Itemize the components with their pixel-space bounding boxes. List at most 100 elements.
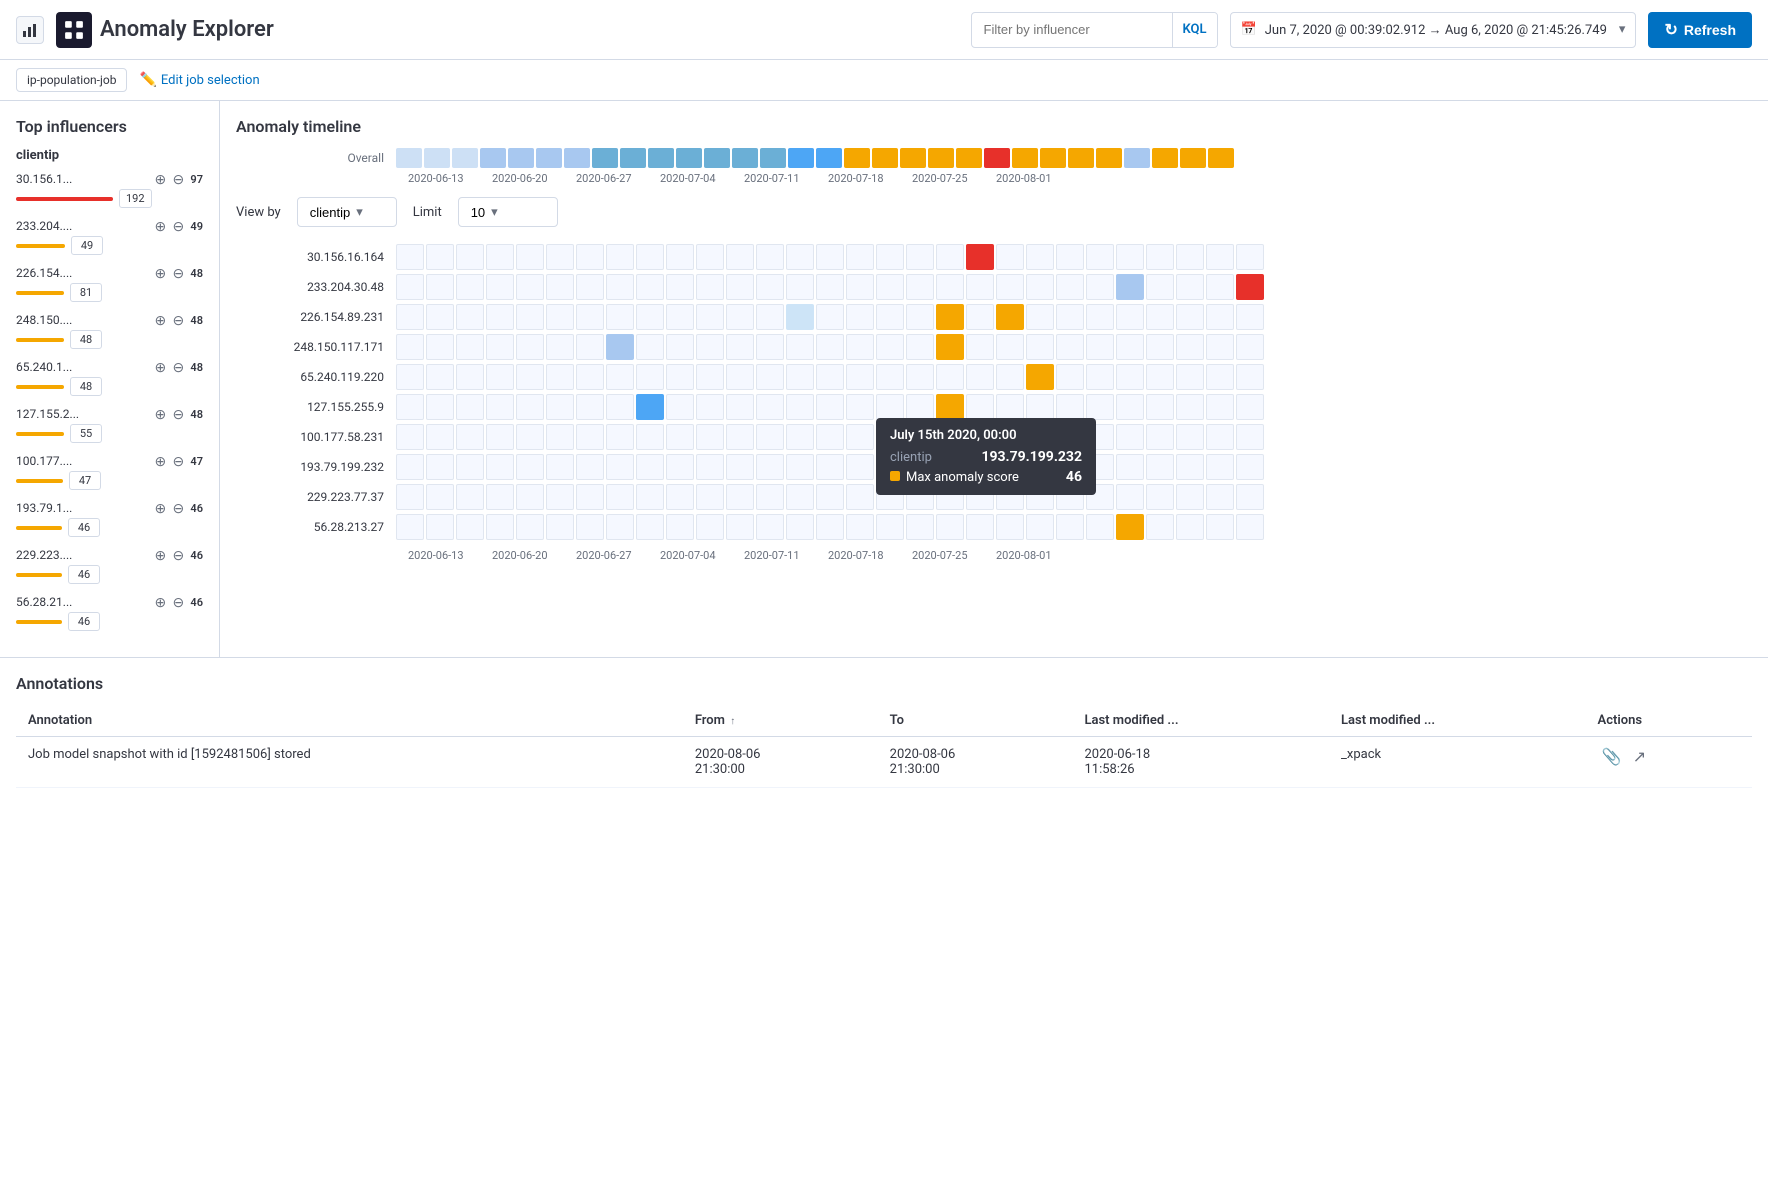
gc-5-24[interactable] xyxy=(1116,394,1144,420)
gc-2-12[interactable] xyxy=(756,304,784,330)
gc-0-16[interactable] xyxy=(876,244,904,270)
gc-1-15[interactable] xyxy=(846,274,874,300)
gc-5-14[interactable] xyxy=(816,394,844,420)
gc-9-10[interactable] xyxy=(696,514,724,540)
gc-0-red[interactable] xyxy=(966,244,994,270)
gc-0-11[interactable] xyxy=(726,244,754,270)
gc-9-1[interactable] xyxy=(426,514,454,540)
gc-6-6[interactable] xyxy=(576,424,604,450)
overall-cell-20[interactable] xyxy=(956,148,982,168)
gc-5-12[interactable] xyxy=(756,394,784,420)
gc-9-20[interactable] xyxy=(996,514,1024,540)
gc-7-6[interactable] xyxy=(576,454,604,480)
view-by-select[interactable]: clientip ▾ xyxy=(297,197,397,227)
gc-1-17[interactable] xyxy=(906,274,934,300)
gc-4-23[interactable] xyxy=(1086,364,1114,390)
gc-8-20[interactable] xyxy=(996,484,1024,510)
influencer-remove-7[interactable]: ⊖ xyxy=(170,500,186,516)
gc-6-7[interactable] xyxy=(606,424,634,450)
external-link-icon[interactable]: ↗ xyxy=(1633,747,1646,766)
chart-icon[interactable] xyxy=(16,16,44,44)
gc-0-28[interactable] xyxy=(1236,244,1264,270)
gc-0-9[interactable] xyxy=(666,244,694,270)
influencer-remove-6[interactable]: ⊖ xyxy=(170,453,186,469)
gc-9-9[interactable] xyxy=(666,514,694,540)
overall-cell-red[interactable] xyxy=(984,148,1010,168)
gc-5-16[interactable] xyxy=(876,394,904,420)
gc-0-22[interactable] xyxy=(1056,244,1084,270)
gc-6-27[interactable] xyxy=(1206,424,1234,450)
gc-5-y[interactable] xyxy=(936,394,964,420)
gc-3-17[interactable] xyxy=(906,334,934,360)
gc-4-3[interactable] xyxy=(486,364,514,390)
filter-input[interactable] xyxy=(972,22,1172,37)
gc-9-5[interactable] xyxy=(546,514,574,540)
gc-8-17[interactable] xyxy=(906,484,934,510)
gc-8-3[interactable] xyxy=(486,484,514,510)
gc-4-10[interactable] xyxy=(696,364,724,390)
gc-5-6[interactable] xyxy=(576,394,604,420)
overall-cell-2[interactable] xyxy=(452,148,478,168)
overall-cell-14[interactable] xyxy=(788,148,814,168)
gc-6-15[interactable] xyxy=(846,424,874,450)
gc-4-6[interactable] xyxy=(576,364,604,390)
gc-4-9[interactable] xyxy=(666,364,694,390)
gc-3-4[interactable] xyxy=(516,334,544,360)
gc-3-6[interactable] xyxy=(576,334,604,360)
gc-6-13[interactable] xyxy=(786,424,814,450)
gc-9-27[interactable] xyxy=(1206,514,1234,540)
gc-1-23[interactable] xyxy=(1086,274,1114,300)
gc-7-22[interactable] xyxy=(1056,454,1084,480)
gc-6-14[interactable] xyxy=(816,424,844,450)
gc-1-5[interactable] xyxy=(546,274,574,300)
gc-6-17[interactable] xyxy=(906,424,934,450)
gc-9-12[interactable] xyxy=(756,514,784,540)
gc-4-12[interactable] xyxy=(756,364,784,390)
gc-5-9[interactable] xyxy=(666,394,694,420)
gc-7-y-tooltip[interactable] xyxy=(936,454,964,480)
gc-8-9[interactable] xyxy=(666,484,694,510)
gc-3-5[interactable] xyxy=(546,334,574,360)
gc-6-23[interactable] xyxy=(1086,424,1114,450)
gc-5-3[interactable] xyxy=(486,394,514,420)
gc-1-7[interactable] xyxy=(606,274,634,300)
gc-9-23[interactable] xyxy=(1086,514,1114,540)
gc-9-0[interactable] xyxy=(396,514,424,540)
gc-7-20[interactable] xyxy=(996,454,1024,480)
gc-3-y[interactable] xyxy=(936,334,964,360)
gc-6-12[interactable] xyxy=(756,424,784,450)
gc-8-24[interactable] xyxy=(1116,484,1144,510)
gc-5-22[interactable] xyxy=(1056,394,1084,420)
gc-2-19[interactable] xyxy=(966,304,994,330)
gc-1-10[interactable] xyxy=(696,274,724,300)
gc-1-2[interactable] xyxy=(456,274,484,300)
gc-0-27[interactable] xyxy=(1206,244,1234,270)
gc-3-15[interactable] xyxy=(846,334,874,360)
gc-8-0[interactable] xyxy=(396,484,424,510)
gc-9-2[interactable] xyxy=(456,514,484,540)
overall-cell-9[interactable] xyxy=(648,148,674,168)
gc-1-16[interactable] xyxy=(876,274,904,300)
gc-9-19[interactable] xyxy=(966,514,994,540)
influencer-add-9[interactable]: ⊕ xyxy=(152,594,168,610)
gc-2-2[interactable] xyxy=(456,304,484,330)
gc-2-5[interactable] xyxy=(546,304,574,330)
gc-5-1[interactable] xyxy=(426,394,454,420)
gc-9-22[interactable] xyxy=(1056,514,1084,540)
influencer-remove-9[interactable]: ⊖ xyxy=(170,594,186,610)
overall-cell-0[interactable] xyxy=(396,148,422,168)
gc-7-7[interactable] xyxy=(606,454,634,480)
gc-9-y[interactable] xyxy=(1116,514,1144,540)
gc-0-20[interactable] xyxy=(996,244,1024,270)
gc-3-11[interactable] xyxy=(726,334,754,360)
gc-9-8[interactable] xyxy=(636,514,664,540)
overall-cell-3[interactable] xyxy=(480,148,506,168)
gc-2-1[interactable] xyxy=(426,304,454,330)
influencer-remove-4[interactable]: ⊖ xyxy=(170,359,186,375)
gc-6-9[interactable] xyxy=(666,424,694,450)
gc-2-17[interactable] xyxy=(906,304,934,330)
gc-0-13[interactable] xyxy=(786,244,814,270)
gc-3-22[interactable] xyxy=(1056,334,1084,360)
gc-8-11[interactable] xyxy=(726,484,754,510)
gc-8-12[interactable] xyxy=(756,484,784,510)
